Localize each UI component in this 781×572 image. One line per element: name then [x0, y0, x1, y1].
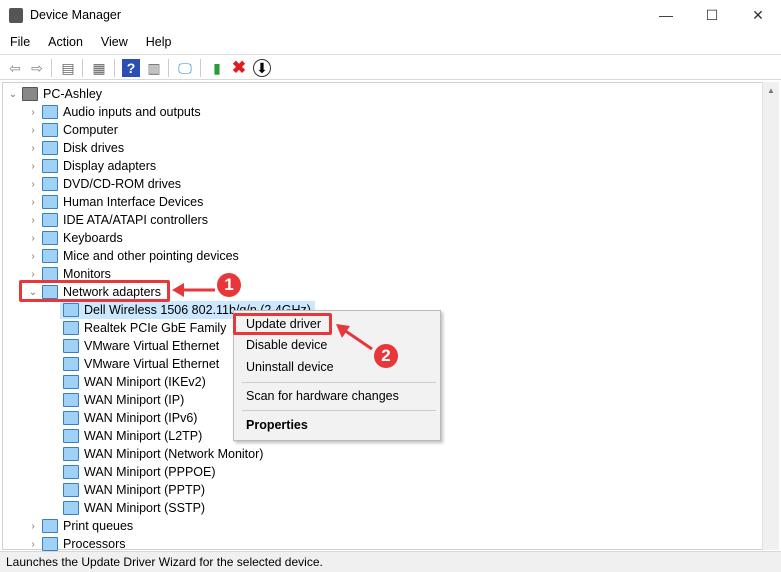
step-2-badge: 2	[374, 344, 398, 368]
arrow-2	[343, 328, 373, 351]
status-bar: Launches the Update Driver Wizard for th…	[0, 551, 781, 572]
step-1-badge: 1	[217, 273, 241, 297]
annotation-arrows	[172, 283, 373, 351]
